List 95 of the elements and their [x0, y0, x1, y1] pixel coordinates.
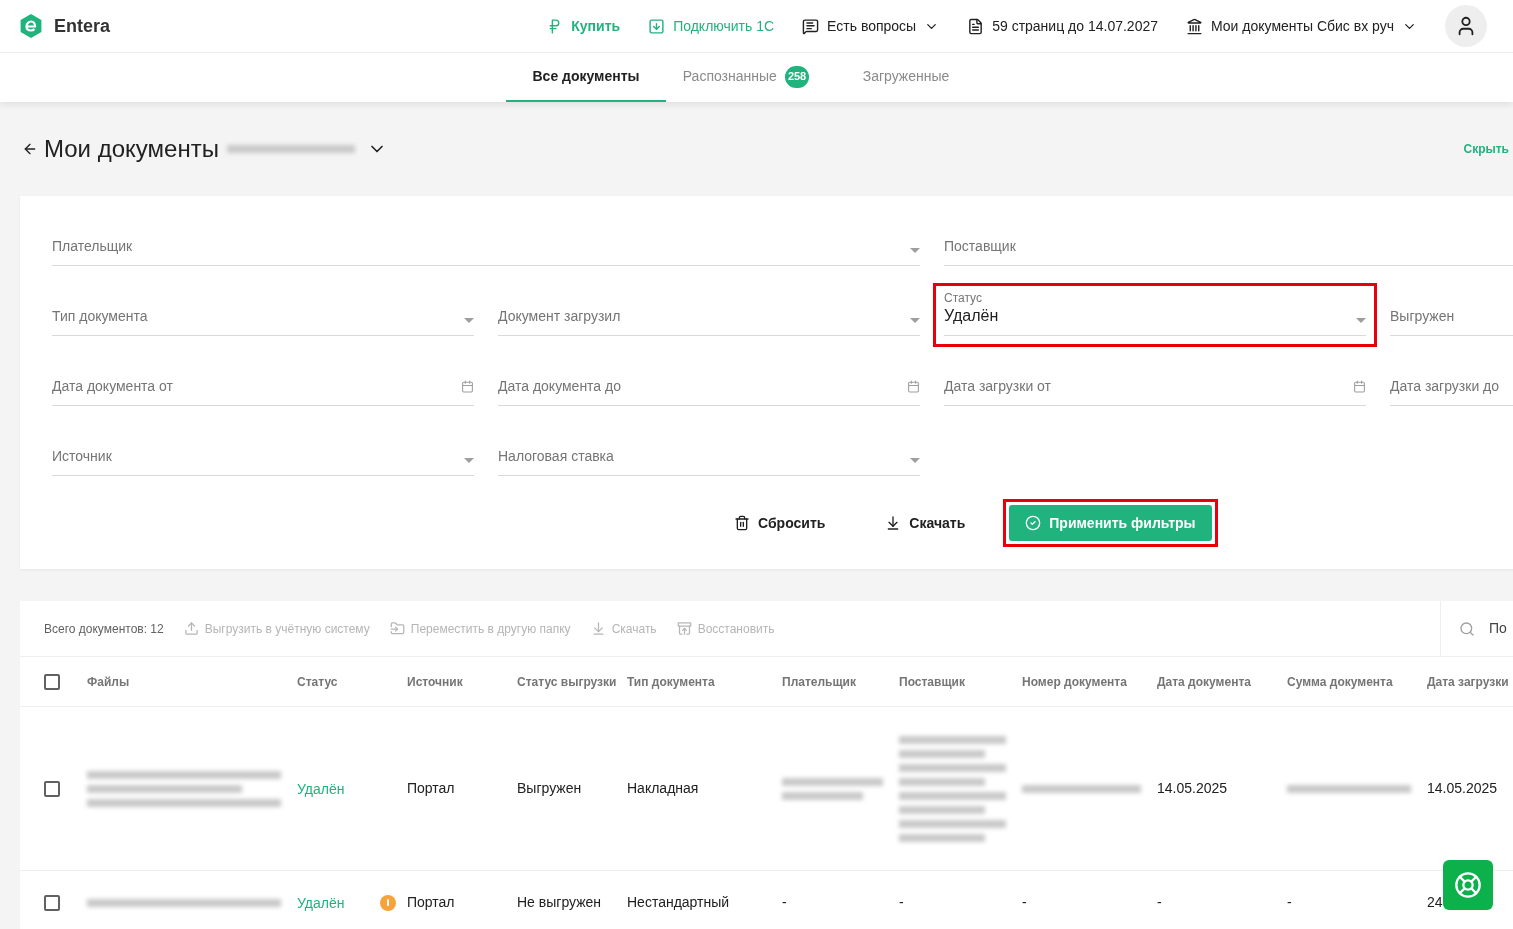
download-box-icon: [648, 17, 666, 35]
column-header[interactable]: Поставщик: [899, 672, 1022, 691]
page-title: Мои документы: [44, 134, 219, 164]
nav-link[interactable]: Подключить 1С: [648, 15, 775, 37]
help-button[interactable]: [1443, 860, 1493, 910]
check-circle-icon: [1025, 515, 1042, 531]
avatar-button[interactable]: [1445, 5, 1487, 47]
column-header[interactable]: Плательщик: [782, 672, 899, 691]
status-text: Удалён: [297, 894, 345, 911]
table-cell-text: 14.05.2025: [1157, 779, 1228, 798]
logo-icon: [20, 14, 42, 38]
select-field[interactable]: Выгружен: [1379, 283, 1513, 347]
table-cell-text: 14.05.2025: [1427, 779, 1498, 798]
field-placeholder: Налоговая ставка: [498, 447, 615, 466]
count-badge: 258: [784, 65, 810, 88]
table-cell-text: 24: [1427, 893, 1443, 912]
calendar-icon[interactable]: [907, 380, 920, 393]
trash-icon: [734, 515, 750, 531]
table-cell-text: -: [782, 893, 787, 912]
select-field[interactable]: Плательщик: [41, 213, 931, 277]
column-header[interactable]: Номер документа: [1022, 672, 1157, 691]
table-cell-text: Портал: [407, 779, 455, 798]
column-header[interactable]: Дата загрузки: [1427, 672, 1513, 691]
tab[interactable]: Распознанные 258: [666, 53, 826, 102]
column-header[interactable]: Статус выгрузки: [517, 672, 627, 691]
select-field[interactable]: Статус Удалён: [933, 283, 1377, 347]
total-count: Всего документов: 12: [44, 620, 164, 638]
select-field[interactable]: Налоговая ставка: [487, 423, 931, 487]
column-header[interactable]: Тип документа: [627, 672, 782, 691]
date-field[interactable]: Дата загрузки от: [933, 353, 1377, 417]
table-cell-text: -: [899, 893, 904, 912]
table-cell-text: Нестандартный: [627, 893, 730, 912]
table-cell-text: -: [1287, 893, 1292, 912]
move-folder-icon: [389, 621, 405, 636]
select-field[interactable]: Документ загрузил: [487, 283, 931, 347]
field-placeholder: Поставщик: [944, 237, 1017, 256]
checkbox[interactable]: [44, 894, 60, 911]
column-header[interactable]: Файлы: [87, 672, 297, 691]
field-placeholder: Тип документа: [52, 307, 149, 326]
field-placeholder: Дата документа до: [498, 377, 622, 396]
column-header[interactable]: Источник: [407, 672, 517, 691]
field-label: Статус: [944, 291, 983, 305]
search-field[interactable]: По: [1489, 618, 1513, 639]
select-field[interactable]: Источник: [41, 423, 485, 487]
back-arrow-icon[interactable]: [22, 141, 38, 157]
field-placeholder: Выгружен: [1390, 307, 1456, 326]
checkbox[interactable]: [44, 673, 60, 690]
column-header[interactable]: Статус: [297, 672, 407, 691]
field-placeholder: Дата документа от: [52, 377, 174, 396]
dropdown-caret-icon[interactable]: [910, 318, 920, 323]
column-header[interactable]: Дата документа: [1157, 672, 1287, 691]
field-value: Удалён: [944, 306, 1000, 326]
dropdown-caret-icon[interactable]: [910, 458, 920, 463]
search-icon: [1459, 620, 1475, 637]
dropdown-caret-icon[interactable]: [464, 318, 474, 323]
date-field[interactable]: Дата загрузки до: [1379, 353, 1513, 417]
nav-link[interactable]: Мои документы Сбис вх руч: [1186, 15, 1417, 37]
table-cell-text: -: [1157, 893, 1162, 912]
dropdown-caret-icon[interactable]: [464, 458, 474, 463]
status-text: Удалён: [297, 780, 345, 797]
nav-link[interactable]: Есть вопросы: [802, 15, 940, 37]
field-placeholder: Источник: [52, 447, 113, 466]
lifebuoy-icon: [1454, 871, 1482, 899]
field-placeholder: Плательщик: [52, 237, 134, 256]
table-cell-text: -: [1022, 893, 1027, 912]
download-button[interactable]: Скачать: [863, 499, 988, 547]
hide-link[interactable]: Скрыть: [1463, 140, 1509, 158]
tab[interactable]: Загруженные: [826, 53, 986, 102]
tab[interactable]: Все документы: [506, 53, 666, 102]
logo-text[interactable]: Entera: [54, 12, 111, 40]
calendar-icon[interactable]: [461, 380, 474, 393]
dropdown-caret-icon[interactable]: [910, 248, 920, 253]
date-field[interactable]: Дата документа от: [41, 353, 485, 417]
dropdown-caret-icon[interactable]: [1356, 318, 1366, 323]
field-placeholder: Документ загрузил: [498, 307, 622, 326]
select-field[interactable]: Тип документа: [41, 283, 485, 347]
table-cell-text: Накладная: [627, 779, 699, 798]
field-placeholder: Дата загрузки от: [944, 377, 1052, 396]
nav-link[interactable]: Купить: [546, 15, 621, 37]
upload-icon: [183, 621, 199, 636]
table-cell-text: Портал: [407, 893, 455, 912]
restore-icon: [676, 621, 692, 636]
checkbox[interactable]: [44, 780, 60, 797]
date-field[interactable]: Дата документа до: [487, 353, 931, 417]
document-icon: [967, 17, 985, 35]
table-cell-text: Выгружен: [517, 779, 582, 798]
column-header[interactable]: Сумма документа: [1287, 672, 1427, 691]
field-placeholder: Дата загрузки до: [1390, 377, 1501, 396]
select-field[interactable]: Поставщик: [933, 213, 1513, 277]
nav-link[interactable]: 59 страниц до 14.07.2027: [967, 15, 1158, 37]
calendar-icon[interactable]: [1353, 380, 1366, 393]
table-cell-text: Не выгружен: [517, 893, 602, 912]
reset-button[interactable]: Сбросить: [712, 499, 848, 547]
bank-icon: [1186, 17, 1203, 35]
apply-button[interactable]: Применить фильтры: [1003, 499, 1218, 547]
